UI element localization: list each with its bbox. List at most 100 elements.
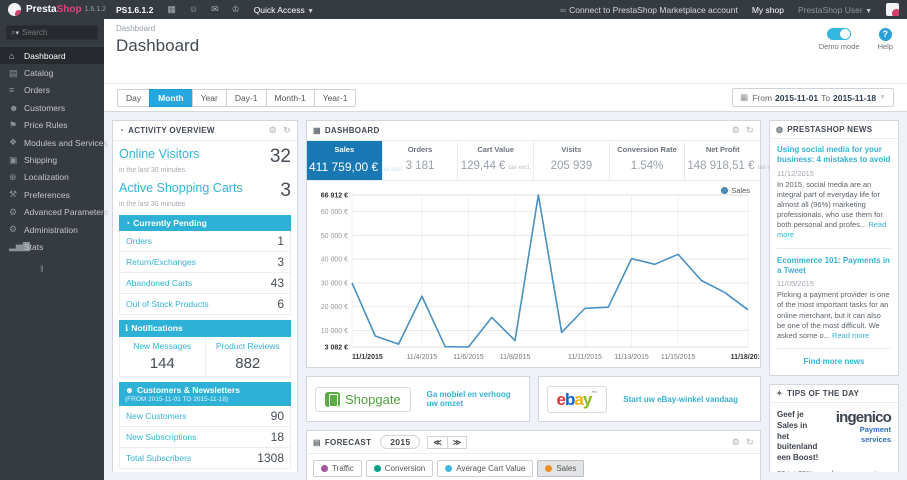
news-article-title[interactable]: Ecommerce 101: Payments in a Tweet (777, 256, 891, 277)
sidebar-item-price-rules[interactable]: ⚑ Price Rules (0, 117, 104, 134)
employees-icon[interactable]: ☺ (189, 4, 198, 15)
kpi-tab-cart-value[interactable]: Cart Value 129,44 € tax excl. (458, 141, 535, 180)
refresh-icon[interactable]: ↻ (746, 125, 754, 136)
sales-line-chart: 3 082 € 10 000 € 20 000 € 30 000 € 40 000 € 5… (321, 193, 766, 362)
forecast-toggle-traffic[interactable]: Traffic (313, 460, 362, 477)
sidebar-item-shipping[interactable]: ▣ Shipping (0, 151, 104, 168)
collapse-menu-button[interactable]: ‖ (0, 264, 104, 274)
shopgate-link[interactable]: Ga mobiel en verhoog uw omzet (427, 390, 521, 408)
range-month-1-button[interactable]: Month-1 (265, 88, 315, 107)
range-year-button[interactable]: Year (191, 88, 227, 107)
divider (777, 347, 891, 349)
help-control[interactable]: ? Help (878, 28, 893, 51)
range-day-1-button[interactable]: Day-1 (225, 88, 267, 107)
find-more-news-link[interactable]: Find more news (777, 356, 891, 369)
pending-row-abandoned-carts[interactable]: Abandoned Carts 43 (119, 273, 291, 294)
kpi-tab-orders[interactable]: Orders 3 181 (383, 141, 459, 180)
sidebar-item-localization[interactable]: ⊕ Localization (0, 169, 104, 186)
previous-year-button[interactable]: ≪ (427, 435, 448, 449)
globe-icon: ⊕ (9, 171, 17, 182)
pending-row-out-of-stock[interactable]: Out of Stock Products 6 (119, 294, 291, 315)
customers-row-total-subscribers[interactable]: Total Subscribers 1308 (119, 448, 291, 469)
sidebar-item-dashboard[interactable]: ⌂ Dashboard (0, 47, 104, 65)
cart-icon[interactable]: ▦ (167, 4, 176, 15)
wrench-icon: ⚒ (9, 189, 18, 200)
gear-icon[interactable]: ⚙ (269, 125, 277, 136)
search-input[interactable] (22, 28, 93, 37)
refresh-icon[interactable]: ↻ (283, 125, 291, 136)
orders-icon: ≡ (9, 85, 15, 96)
demo-mode-toggle[interactable] (827, 28, 852, 40)
svg-text:60 000 €: 60 000 € (321, 209, 348, 216)
sidebar-item-administration[interactable]: ⚙ Administration (0, 221, 104, 238)
range-month-button[interactable]: Month (149, 88, 193, 107)
kpi-tab-net-profit[interactable]: Net Profit 148 918,51 € tax excl. (685, 141, 779, 180)
gear-icon[interactable]: ⚙ (732, 125, 740, 136)
forecast-legend: Traffic Conversion Average Cart Value Sa… (307, 454, 760, 480)
sidebar-item-orders[interactable]: ≡ Orders (0, 82, 104, 99)
row-value: 1 (277, 234, 284, 248)
user-avatar[interactable] (886, 3, 899, 16)
kpi-label: Cart Value (477, 145, 515, 154)
ebay-tm: ™ (591, 390, 598, 397)
chart-legend[interactable]: Sales (721, 186, 750, 195)
marketplace-link[interactable]: ∞ Connect to PrestaShop Marketplace accou… (560, 5, 738, 15)
ebay-logo[interactable]: ebay™ (546, 385, 608, 413)
customers-title: Customers & Newsletters (136, 385, 240, 395)
user-menu[interactable]: PrestaShop User ▼ (798, 5, 872, 15)
pending-row-orders[interactable]: Orders 1 (119, 231, 291, 252)
customers-row-new-customers[interactable]: New Customers 90 (119, 406, 291, 427)
dashboard-icon: ⌂ (9, 50, 15, 61)
lightbulb-icon: ✦ (776, 388, 784, 398)
page-header: Dashboard Dashboard Demo mode ? Help (104, 19, 907, 83)
date-range-picker[interactable]: ▦ From 2015-11-01 To 2015-11-18 ▼ (732, 88, 894, 107)
demo-mode-label: Demo mode (818, 42, 860, 51)
online-visitors-link[interactable]: Online Visitors (119, 147, 199, 161)
forecast-toggle-sales[interactable]: Sales (537, 460, 585, 477)
active-carts-link[interactable]: Active Shopping Carts (119, 181, 243, 195)
product-reviews-cell[interactable]: Product Reviews 882 (204, 337, 291, 376)
shopgate-logo[interactable]: Shopgate (315, 386, 411, 412)
forecast-toggle-conversion[interactable]: Conversion (365, 460, 434, 477)
pending-row-returns[interactable]: Return/Exchanges 3 (119, 252, 291, 273)
date-to-label: To (821, 92, 831, 103)
version-label: 1.6.1.2 (84, 6, 106, 13)
sidebar-item-label: Localization (24, 172, 69, 183)
sidebar-item-customers[interactable]: ☻ Customers (0, 99, 104, 116)
active-carts-value: 3 (280, 180, 291, 201)
my-shop-link[interactable]: My shop (752, 5, 784, 15)
quick-access-menu[interactable]: Quick Access ▼ (254, 5, 314, 15)
refresh-icon[interactable]: ↻ (746, 437, 754, 448)
sidebar-search[interactable]: ⌕ ▾ (6, 25, 98, 40)
kpi-tab-visits[interactable]: Visits 205 939 (534, 141, 610, 180)
gear-icon: ⚙ (9, 224, 18, 235)
next-year-button[interactable]: ≫ (446, 435, 468, 449)
ebay-link[interactable]: Start uw eBay-winkel vandaag (623, 395, 738, 404)
average-cart-value-dot (445, 465, 453, 472)
messages-icon[interactable]: ✉ (211, 4, 219, 15)
customers-row-new-subscriptions[interactable]: New Subscriptions 18 (119, 427, 291, 448)
new-messages-cell[interactable]: New Messages 144 (120, 337, 205, 376)
help-icon: ? (878, 28, 892, 41)
forecast-toggle-average-cart-value[interactable]: Average Cart Value (437, 460, 534, 477)
news-article-title[interactable]: Using social media for your business: 4 … (777, 145, 891, 166)
trophy-icon[interactable]: ♔ (232, 4, 240, 15)
sidebar-item-modules[interactable]: ❖ Modules and Services (0, 134, 108, 151)
ingenico-logo[interactable]: ingenico Payment services (823, 410, 892, 444)
range-year-1-button[interactable]: Year-1 (313, 88, 357, 107)
range-day-button[interactable]: Day (117, 88, 151, 107)
row-label: Abandoned Carts (126, 278, 193, 288)
sidebar-item-advanced-parameters[interactable]: ⚙ Advanced Parameters (0, 204, 108, 221)
cell-label: Product Reviews (215, 341, 280, 351)
sidebar-item-catalog[interactable]: ▤ Catalog (0, 64, 104, 81)
gear-icon[interactable]: ⚙ (732, 437, 740, 448)
svg-text:50 000 €: 50 000 € (321, 233, 348, 240)
sidebar-item-stats[interactable]: ▂▅▇ Stats (0, 238, 104, 255)
kpi-value: 1.54% (630, 160, 664, 172)
toggle-label: Traffic (332, 464, 354, 473)
kpi-value: 148 918,51 € (687, 160, 755, 172)
read-more-link[interactable]: Read more (832, 331, 869, 340)
kpi-tab-sales[interactable]: Sales 411 759,00 € tax excl. (307, 141, 404, 180)
kpi-tab-conversion-rate[interactable]: Conversion Rate 1.54% (610, 141, 686, 180)
sidebar-item-preferences[interactable]: ⚒ Preferences (0, 186, 104, 203)
